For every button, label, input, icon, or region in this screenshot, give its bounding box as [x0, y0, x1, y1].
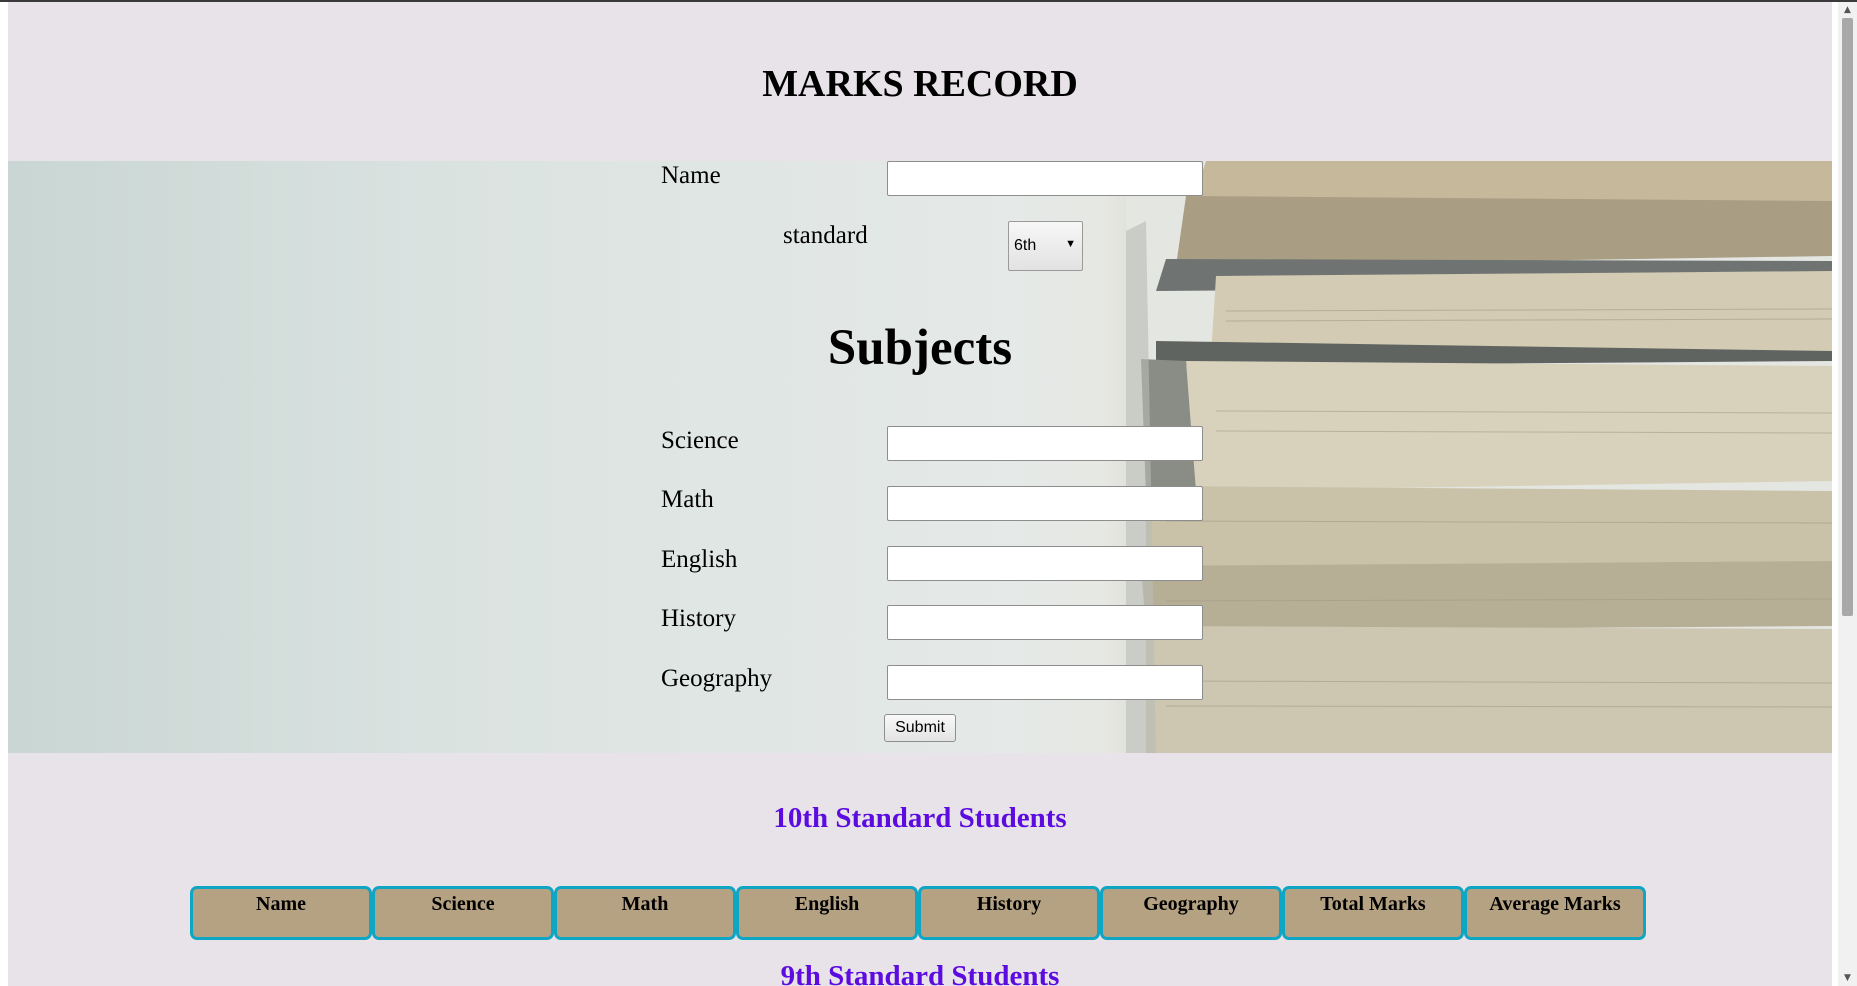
dropdown-arrow-icon: ▼ [1065, 238, 1076, 250]
standard-label: standard [783, 222, 868, 249]
column-header-english: English [736, 886, 918, 940]
scroll-down-arrow-icon[interactable]: ▼ [1838, 970, 1857, 986]
scroll-up-arrow-icon[interactable]: ▲ [1838, 2, 1857, 18]
history-input[interactable] [887, 605, 1203, 640]
column-header-average-marks: Average Marks [1464, 886, 1646, 940]
english-label: English [661, 546, 738, 573]
scrollbar-thumb[interactable] [1842, 18, 1853, 616]
name-label: Name [661, 162, 721, 189]
column-header-math: Math [554, 886, 736, 940]
column-header-geography: Geography [1100, 886, 1282, 940]
science-label: Science [661, 427, 739, 454]
math-label: Math [661, 486, 714, 513]
history-label: History [661, 605, 736, 632]
page: MARKS RECORD Name standard 6th ▼ Subject… [8, 2, 1832, 986]
form-background-banner: Name standard 6th ▼ Subjects Science Mat… [8, 161, 1832, 753]
subjects-heading: Subjects [827, 320, 1013, 376]
science-input[interactable] [887, 426, 1203, 461]
column-header-science: Science [372, 886, 554, 940]
standard-select[interactable]: 6th ▼ [1008, 221, 1083, 271]
standard-selected-value: 6th [1014, 237, 1037, 254]
name-input[interactable] [887, 161, 1203, 196]
english-input[interactable] [887, 546, 1203, 581]
column-header-name: Name [190, 886, 372, 940]
submit-button[interactable]: Submit [884, 714, 956, 742]
geography-input[interactable] [887, 665, 1203, 700]
column-header-total-marks: Total Marks [1282, 886, 1464, 940]
geography-label: Geography [661, 665, 773, 692]
math-input[interactable] [887, 486, 1203, 521]
section-title-9th: 9th Standard Students [780, 960, 1060, 986]
vertical-scrollbar[interactable]: ▲ ▼ [1838, 2, 1857, 986]
books-stack-image [1126, 161, 1832, 753]
column-header-history: History [918, 886, 1100, 940]
page-title: MARKS RECORD [762, 63, 1078, 105]
section-title-10th: 10th Standard Students [773, 802, 1067, 834]
table-header-row: Name Science Math English History Geogra… [190, 886, 1646, 940]
